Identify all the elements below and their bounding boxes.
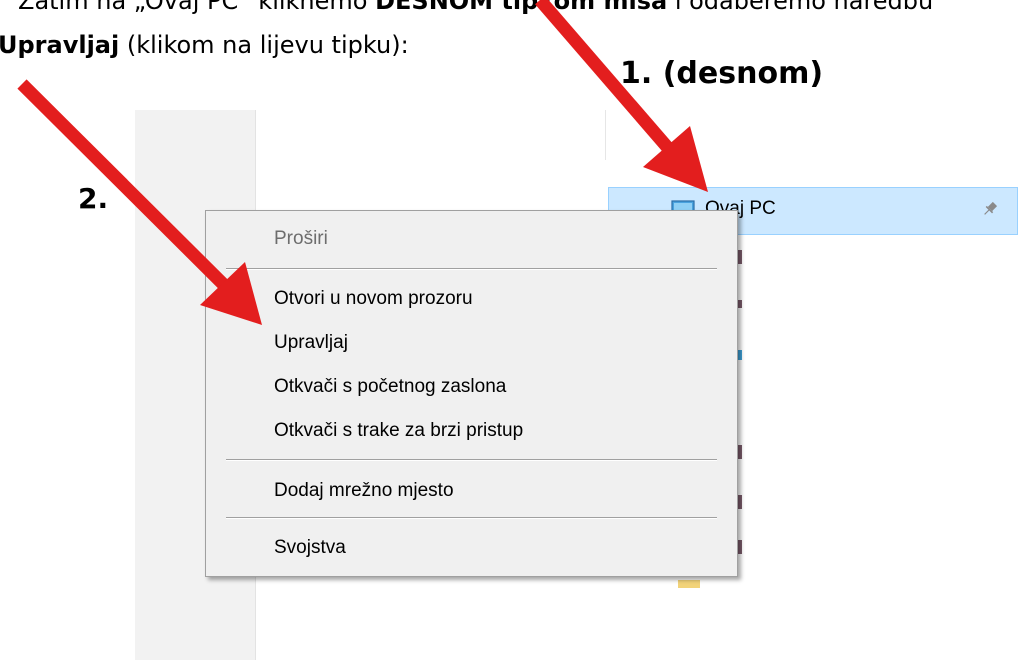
instruction-text: i odaberemo naredbu: [667, 0, 934, 15]
instruction-line-2: Upravljaj (klikom na lijevu tipku):: [0, 30, 409, 60]
hidden-item-fragment: [738, 495, 742, 509]
hidden-item-fragment: [738, 540, 742, 554]
menu-separator: [226, 459, 717, 461]
menu-item-otkvaci-s-pocetnog-zaslona[interactable]: Otkvači s početnog zaslona: [209, 365, 734, 409]
hidden-item-fragment: [678, 580, 700, 588]
step-1-label: 1. (desnom): [620, 56, 824, 91]
menu-item-prosiri[interactable]: Proširi: [209, 217, 734, 261]
step-2-label: 2.: [78, 182, 109, 215]
instruction-bold-text: Upravljaj: [0, 31, 120, 59]
instruction-text: (klikom na lijevu tipku):: [119, 31, 409, 59]
pane-divider: [605, 110, 606, 160]
menu-item-otkvaci-s-trake-za-brzi-pristup[interactable]: Otkvači s trake za brzi pristup: [209, 409, 734, 453]
instruction-text: Zatim na „Ovaj PC“ kliknemo: [18, 0, 376, 15]
hidden-item-fragment: [738, 250, 742, 264]
menu-item-otvori-u-novom-prozoru[interactable]: Otvori u novom prozoru: [209, 277, 734, 321]
menu-separator: [226, 268, 717, 270]
instruction-bold-text: DESNOM tipkom miša: [375, 0, 668, 15]
context-menu: Proširi Otvori u novom prozoru Upravljaj…: [205, 210, 738, 577]
instruction-line-1: Zatim na „Ovaj PC“ kliknemo DESNOM tipko…: [18, 0, 933, 16]
hidden-item-fragment: [738, 300, 742, 308]
menu-item-upravljaj[interactable]: Upravljaj: [209, 321, 734, 365]
menu-separator: [226, 517, 717, 519]
pin-icon[interactable]: [981, 200, 999, 218]
menu-item-dodaj-mrezno-mjesto[interactable]: Dodaj mrežno mjesto: [209, 469, 734, 513]
hidden-item-fragment: [738, 350, 742, 360]
menu-item-svojstva[interactable]: Svojstva: [209, 526, 734, 570]
hidden-item-fragment: [738, 445, 742, 459]
